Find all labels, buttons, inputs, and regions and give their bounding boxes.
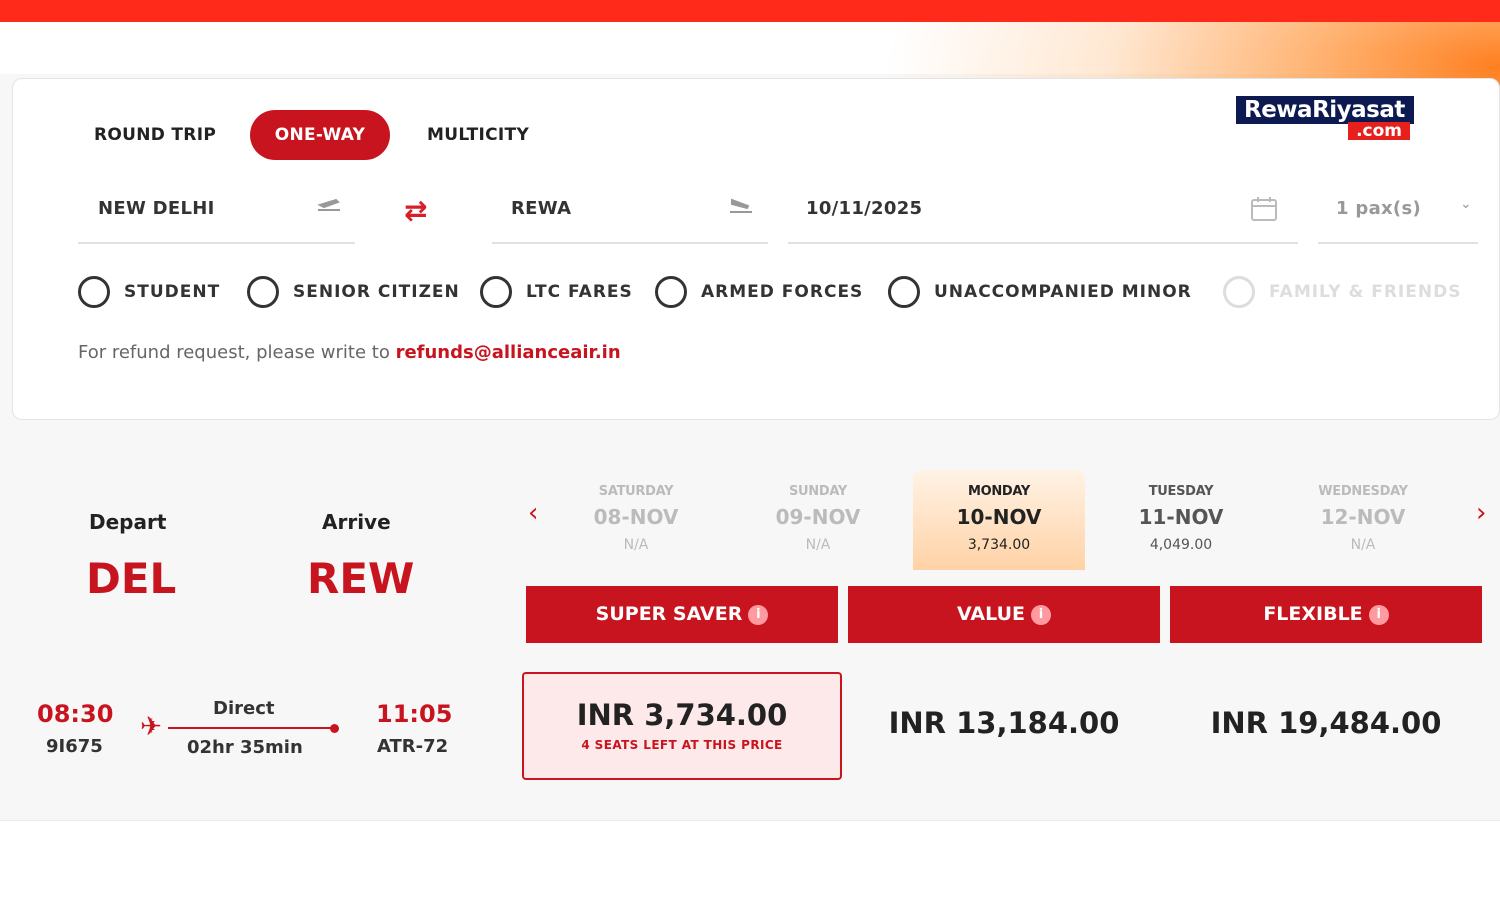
destination-code: REW bbox=[307, 554, 415, 603]
date-weekday: SATURDAY bbox=[598, 484, 674, 499]
date-tab-11-nov[interactable]: TUESDAY 11-NOV 4,049.00 bbox=[1095, 470, 1267, 570]
calendar-icon bbox=[1250, 196, 1278, 227]
tab-one-way[interactable]: ONE-WAY bbox=[250, 110, 390, 160]
date-tab-08-nov[interactable]: SATURDAY 08-NOV N/A bbox=[550, 470, 722, 570]
refund-note: For refund request, please write to refu… bbox=[78, 342, 621, 363]
destination-value: REWA bbox=[511, 198, 572, 219]
date-day: 11-NOV bbox=[1138, 505, 1224, 529]
radio-unaccompanied-minor[interactable]: UNACCOMPANIED MINOR bbox=[888, 276, 1192, 308]
super-saver-price-option[interactable]: INR 3,734.00 4 SEATS LEFT AT THIS PRICE bbox=[522, 672, 842, 780]
radio-label: FAMILY & FRIENDS bbox=[1269, 282, 1462, 302]
radio-label: UNACCOMPANIED MINOR bbox=[934, 282, 1192, 302]
seats-left-note: 4 SEATS LEFT AT THIS PRICE bbox=[581, 738, 783, 752]
radio-senior-citizen[interactable]: SENIOR CITIZEN bbox=[247, 276, 460, 308]
aircraft-type: ATR-72 bbox=[377, 736, 449, 757]
header-strip bbox=[0, 22, 1500, 74]
arrive-label: Arrive bbox=[322, 510, 391, 534]
info-icon[interactable]: i bbox=[1030, 605, 1051, 625]
date-weekday: SUNDAY bbox=[788, 484, 848, 499]
radio-circle bbox=[888, 276, 920, 308]
date-day: 12-NOV bbox=[1320, 505, 1406, 529]
origin-value: NEW DELHI bbox=[98, 198, 215, 219]
date-weekday: TUESDAY bbox=[1148, 484, 1214, 499]
radio-circle bbox=[78, 276, 110, 308]
date-tab-10-nov[interactable]: MONDAY 10-NOV 3,734.00 bbox=[913, 470, 1085, 570]
radio-ltc-fares[interactable]: LTC FARES bbox=[480, 276, 633, 308]
date-price: N/A bbox=[623, 537, 649, 553]
info-icon[interactable]: i bbox=[748, 605, 769, 625]
tab-round-trip[interactable]: ROUND TRIP bbox=[94, 110, 216, 160]
stops-label: Direct bbox=[213, 698, 275, 719]
route-end-dot bbox=[330, 724, 339, 733]
radio-label: SENIOR CITIZEN bbox=[293, 282, 460, 302]
fare-header-label: SUPER SAVER bbox=[595, 603, 743, 625]
super-saver-price: INR 3,734.00 bbox=[576, 698, 788, 732]
date-day: 09-NOV bbox=[775, 505, 861, 529]
logo-text-domain: .com bbox=[1348, 122, 1410, 140]
flexible-price-option[interactable]: INR 19,484.00 bbox=[1170, 706, 1482, 740]
radio-circle bbox=[655, 276, 687, 308]
date-price: N/A bbox=[805, 537, 831, 553]
plane-icon: ✈ bbox=[140, 712, 162, 742]
radio-circle bbox=[247, 276, 279, 308]
origin-code: DEL bbox=[86, 554, 177, 603]
radio-label: ARMED FORCES bbox=[701, 282, 864, 302]
refund-email-link[interactable]: refunds@allianceair.in bbox=[396, 342, 621, 363]
footer-area bbox=[0, 820, 1500, 900]
duration-label: 02hr 35min bbox=[187, 737, 303, 758]
origin-field[interactable]: NEW DELHI bbox=[78, 178, 355, 244]
date-day: 08-NOV bbox=[593, 505, 679, 529]
passenger-select[interactable]: 1 pax(s) ⌄ bbox=[1318, 178, 1478, 244]
departure-time: 08:30 bbox=[37, 700, 114, 728]
fare-header-super-saver: SUPER SAVER i bbox=[526, 586, 838, 643]
date-price: 3,734.00 bbox=[967, 537, 1031, 553]
takeoff-icon bbox=[316, 196, 342, 219]
depart-label: Depart bbox=[89, 510, 167, 534]
chevron-down-icon: ⌄ bbox=[1460, 196, 1472, 212]
tab-multicity[interactable]: MULTICITY bbox=[427, 110, 529, 160]
value-price-option[interactable]: INR 13,184.00 bbox=[848, 706, 1160, 740]
date-price: 4,049.00 bbox=[1149, 537, 1213, 553]
date-field[interactable]: 10/11/2025 bbox=[788, 178, 1298, 244]
radio-label: STUDENT bbox=[124, 282, 221, 302]
radio-family-friends[interactable]: FAMILY & FRIENDS bbox=[1223, 276, 1461, 308]
fare-header-label: FLEXIBLE bbox=[1263, 603, 1363, 625]
fare-header-flexible: FLEXIBLE i bbox=[1170, 586, 1482, 643]
date-tab-12-nov[interactable]: WEDNESDAY 12-NOV N/A bbox=[1277, 470, 1449, 570]
date-tab-09-nov[interactable]: SUNDAY 09-NOV N/A bbox=[732, 470, 904, 570]
fare-header-label: VALUE bbox=[957, 603, 1025, 625]
arrival-time: 11:05 bbox=[376, 700, 453, 728]
radio-circle bbox=[1223, 276, 1255, 308]
info-icon[interactable]: i bbox=[1368, 605, 1389, 625]
refund-text: For refund request, please write to bbox=[78, 342, 396, 363]
radio-circle bbox=[480, 276, 512, 308]
route-line bbox=[168, 727, 334, 729]
logo-text-main: RewaRiyasat bbox=[1236, 96, 1414, 124]
chevron-right-icon[interactable]: › bbox=[1476, 498, 1486, 528]
watermark-logo: RewaRiyasat .com bbox=[1236, 96, 1414, 142]
date-day: 10-NOV bbox=[956, 505, 1042, 529]
flight-number: 9I675 bbox=[46, 736, 103, 757]
chevron-left-icon[interactable]: ‹ bbox=[528, 498, 538, 528]
date-price: N/A bbox=[1350, 537, 1376, 553]
landing-icon bbox=[728, 196, 754, 219]
date-value: 10/11/2025 bbox=[806, 198, 923, 219]
destination-field[interactable]: REWA bbox=[492, 178, 768, 244]
radio-label: LTC FARES bbox=[526, 282, 633, 302]
top-brand-bar bbox=[0, 0, 1500, 22]
passenger-value: 1 pax(s) bbox=[1336, 198, 1421, 219]
radio-student[interactable]: STUDENT bbox=[78, 276, 220, 308]
date-weekday: WEDNESDAY bbox=[1318, 484, 1408, 499]
swap-icon[interactable]: ⇄ bbox=[404, 194, 427, 227]
date-weekday: MONDAY bbox=[967, 484, 1031, 499]
radio-armed-forces[interactable]: ARMED FORCES bbox=[655, 276, 863, 308]
fare-header-value: VALUE i bbox=[848, 586, 1160, 643]
